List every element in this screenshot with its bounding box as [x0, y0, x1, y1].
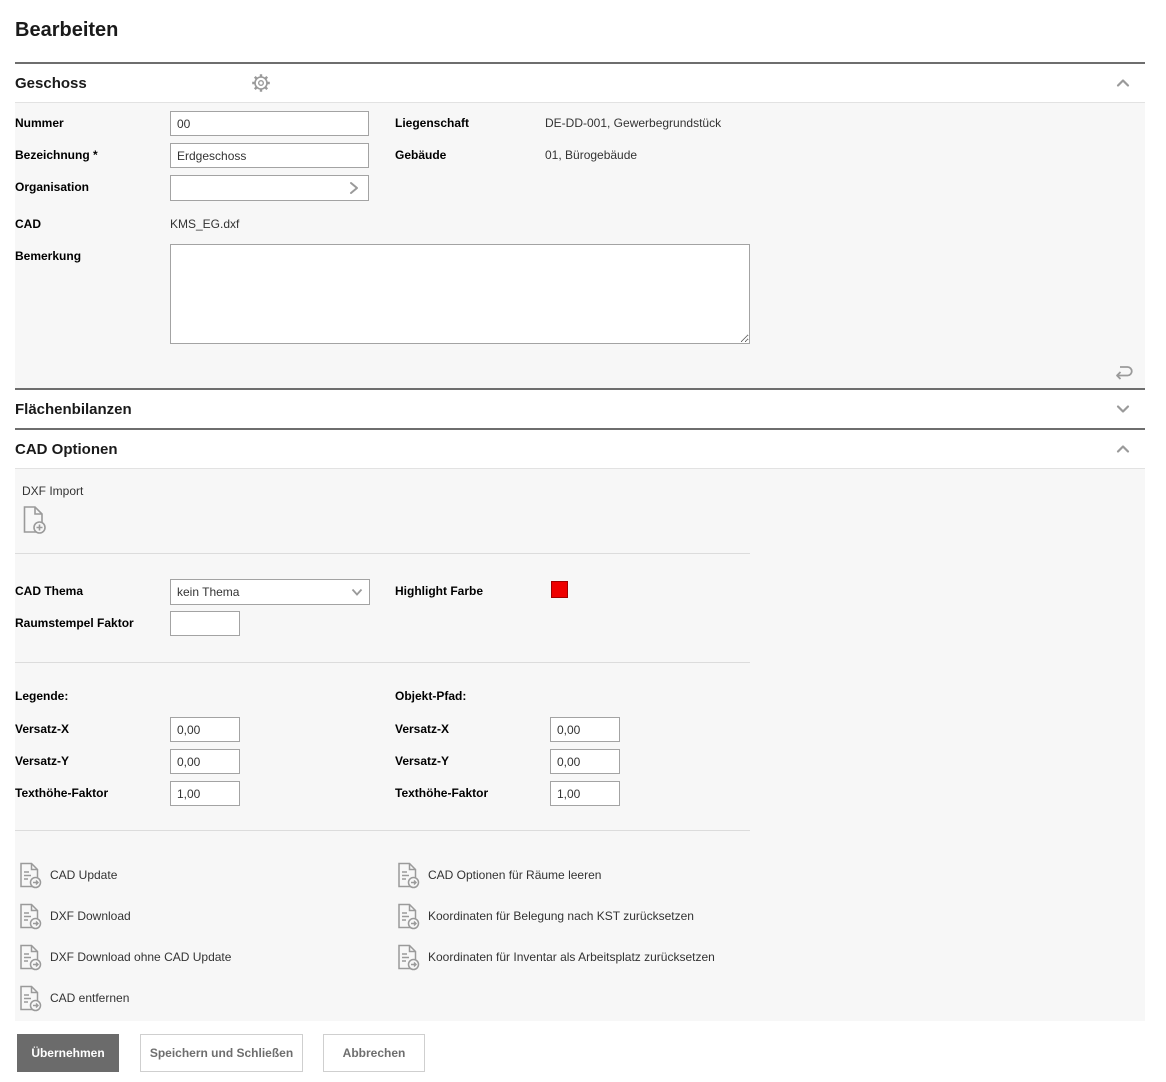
section-flaechenbilanzen: Flächenbilanzen: [15, 388, 1145, 428]
action-label: CAD Update: [50, 868, 118, 882]
legende-versatz-y-label: Versatz-Y: [15, 754, 70, 768]
organisation-label: Organisation: [15, 180, 90, 194]
file-export-icon: [395, 943, 421, 971]
legende-texthoehe-faktor-input[interactable]: [170, 781, 240, 806]
divider: [15, 553, 750, 554]
undo-arrow-icon[interactable]: [1110, 359, 1136, 385]
section-title-geschoss: Geschoss: [15, 74, 87, 92]
action-cad-optionen-raeume-leeren[interactable]: CAD Optionen für Räume leeren: [395, 861, 601, 889]
file-export-icon: [395, 861, 421, 889]
file-export-icon: [17, 861, 43, 889]
gebaeude-label: Gebäude: [395, 148, 447, 162]
gear-icon[interactable]: [248, 70, 274, 96]
objekt-pfad-title: Objekt-Pfad:: [395, 689, 467, 703]
section-title-flaechenbilanzen: Flächenbilanzen: [15, 400, 132, 418]
action-label: DXF Download: [50, 909, 131, 923]
chevron-up-icon[interactable]: [1114, 440, 1132, 458]
section-title-cad-optionen: CAD Optionen: [15, 440, 118, 458]
bezeichnung-label: Bezeichnung *: [15, 148, 98, 162]
cad-thema-select-wrap: kein Thema: [170, 579, 370, 605]
footer-buttons: Übernehmen Speichern und Schließen Abbre…: [17, 1034, 1145, 1072]
raumstempel-faktor-input[interactable]: [170, 611, 240, 636]
legende-versatz-y-input[interactable]: [170, 749, 240, 774]
objekt-pfad-versatz-y-label: Versatz-Y: [395, 754, 450, 768]
page-title: Bearbeiten: [15, 19, 119, 41]
cad-label: CAD: [15, 217, 41, 231]
objekt-pfad-texthoehe-faktor-label: Texthöhe-Faktor: [395, 786, 489, 800]
section-cad-optionen: CAD Optionen DXF Import CAD Thema kein T…: [15, 428, 1145, 1021]
section-header-flaechenbilanzen[interactable]: Flächenbilanzen: [15, 390, 1145, 428]
objekt-pfad-texthoehe-faktor-input[interactable]: [550, 781, 620, 806]
section-body-cad-optionen: DXF Import CAD Thema kein Thema Highligh…: [15, 468, 1145, 1021]
action-label: Koordinaten für Inventar als Arbeitsplat…: [428, 950, 715, 964]
bemerkung-label: Bemerkung: [15, 249, 82, 263]
divider: [15, 830, 750, 831]
raumstempel-faktor-label: Raumstempel Faktor: [15, 616, 134, 630]
organisation-lookup-field[interactable]: [170, 175, 369, 201]
action-cad-entfernen[interactable]: CAD entfernen: [17, 984, 129, 1012]
legende-versatz-x-label: Versatz-X: [15, 722, 70, 736]
section-body-geschoss: Nummer Liegenschaft DE-DD-001, Gewerbegr…: [15, 102, 1145, 388]
action-label: Koordinaten für Belegung nach KST zurück…: [428, 909, 694, 923]
file-plus-icon[interactable]: [20, 505, 48, 535]
action-koordinaten-inventar-arbeitsplatz[interactable]: Koordinaten für Inventar als Arbeitsplat…: [395, 943, 715, 971]
dxf-import-label: DXF Import: [22, 484, 84, 498]
highlight-color-swatch[interactable]: [551, 581, 568, 598]
liegenschaft-value: DE-DD-001, Gewerbegrundstück: [545, 116, 722, 130]
cad-file-value: KMS_EG.dxf: [170, 217, 240, 231]
gebaeude-value: 01, Bürogebäude: [545, 148, 638, 162]
legende-title: Legende:: [15, 689, 69, 703]
divider: [15, 662, 750, 663]
file-export-icon: [17, 984, 43, 1012]
bemerkung-textarea[interactable]: [170, 244, 750, 344]
action-label: CAD Optionen für Räume leeren: [428, 868, 602, 882]
cancel-button[interactable]: Abbrechen: [323, 1034, 425, 1072]
chevron-right-icon[interactable]: [346, 180, 362, 196]
nummer-label: Nummer: [15, 116, 64, 130]
chevron-up-icon[interactable]: [1114, 74, 1132, 92]
chevron-down-icon[interactable]: [1114, 400, 1132, 418]
edit-form: Bearbeiten Geschoss Nummer Liegenschaft …: [15, 0, 1145, 1072]
liegenschaft-label: Liegenschaft: [395, 116, 470, 130]
highlight-farbe-label: Highlight Farbe: [395, 584, 483, 598]
file-export-icon: [17, 902, 43, 930]
action-koordinaten-belegung-kst[interactable]: Koordinaten für Belegung nach KST zurück…: [395, 902, 694, 930]
file-export-icon: [395, 902, 421, 930]
file-export-icon: [17, 943, 43, 971]
action-label: DXF Download ohne CAD Update: [50, 950, 232, 964]
save-and-close-button[interactable]: Speichern und Schließen: [140, 1034, 303, 1072]
cad-thema-select[interactable]: kein Thema: [170, 579, 370, 605]
objekt-pfad-versatz-y-input[interactable]: [550, 749, 620, 774]
apply-button[interactable]: Übernehmen: [17, 1034, 119, 1072]
action-cad-update[interactable]: CAD Update: [17, 861, 117, 889]
bezeichnung-input[interactable]: [170, 143, 369, 168]
cad-thema-label: CAD Thema: [15, 584, 84, 598]
objekt-pfad-versatz-x-label: Versatz-X: [395, 722, 450, 736]
nummer-input[interactable]: [170, 111, 369, 136]
action-dxf-download-ohne-cad-update[interactable]: DXF Download ohne CAD Update: [17, 943, 231, 971]
section-header-geschoss[interactable]: Geschoss: [15, 64, 1145, 102]
organisation-input[interactable]: [171, 176, 346, 200]
legende-texthoehe-faktor-label: Texthöhe-Faktor: [15, 786, 109, 800]
action-dxf-download[interactable]: DXF Download: [17, 902, 131, 930]
section-geschoss: Geschoss Nummer Liegenschaft DE-DD-001, …: [15, 62, 1145, 388]
legende-versatz-x-input[interactable]: [170, 717, 240, 742]
action-label: CAD entfernen: [50, 991, 130, 1005]
objekt-pfad-versatz-x-input[interactable]: [550, 717, 620, 742]
section-header-cad-optionen[interactable]: CAD Optionen: [15, 430, 1145, 468]
